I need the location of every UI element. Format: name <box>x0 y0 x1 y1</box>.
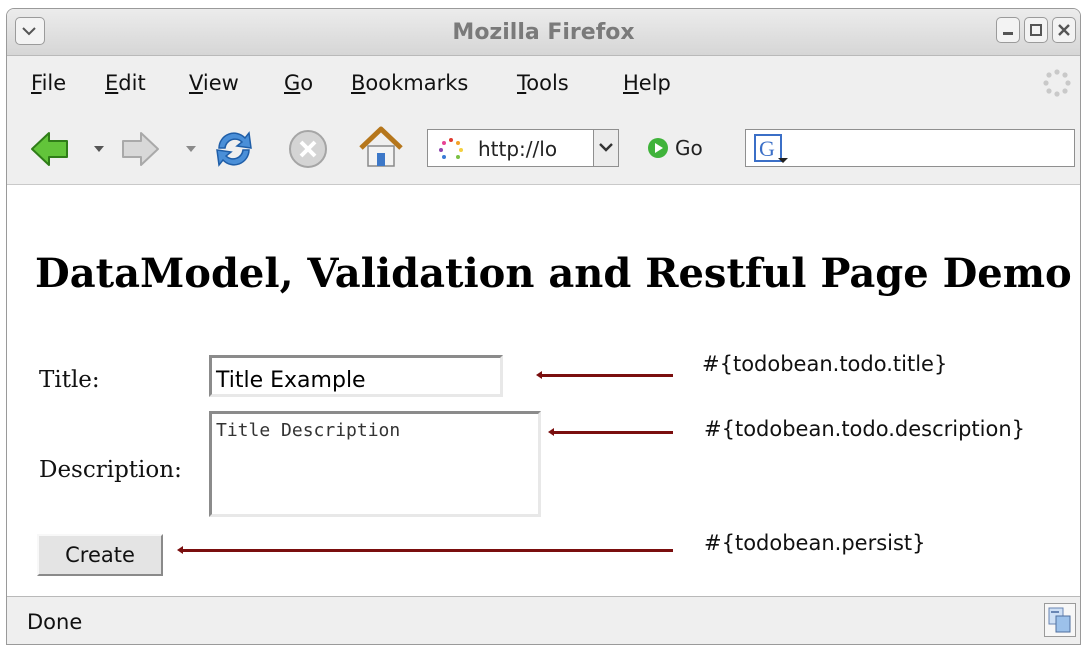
page-loading-icon <box>439 138 463 159</box>
menu-tools[interactable]: Tools <box>517 71 569 95</box>
forward-dropdown-icon[interactable] <box>185 144 197 154</box>
menu-help[interactable]: Help <box>623 71 671 95</box>
throbber-icon <box>1043 69 1071 97</box>
persist-annotation: #{todobean.persist} <box>704 531 926 555</box>
menu-bookmarks[interactable]: Bookmarks <box>351 71 468 95</box>
url-text: http://lo <box>478 137 558 161</box>
menu-edit[interactable]: Edit <box>105 71 146 95</box>
browser-window: Mozilla Firefox File Edit View Go Bookma… <box>6 8 1081 645</box>
search-bar[interactable]: G <box>745 129 1075 167</box>
reload-icon[interactable] <box>211 126 257 172</box>
go-arrow-icon <box>648 138 668 158</box>
url-history-dropdown[interactable] <box>593 130 618 166</box>
description-annotation-arrow <box>548 428 673 436</box>
chevron-down-icon <box>599 143 613 152</box>
status-text: Done <box>27 610 83 634</box>
title-label: Title: <box>39 367 100 393</box>
google-search-icon[interactable]: G <box>754 134 790 164</box>
close-icon <box>1058 24 1070 36</box>
minimize-icon <box>1003 32 1013 35</box>
close-button[interactable] <box>1052 17 1076 43</box>
menu-view[interactable]: View <box>189 71 239 95</box>
persist-annotation-arrow <box>177 546 673 554</box>
create-button[interactable]: Create <box>37 534 163 576</box>
menu-go[interactable]: Go <box>284 71 313 95</box>
back-icon[interactable] <box>29 128 71 170</box>
title-annotation: #{todobean.todo.title} <box>702 352 948 376</box>
window-title: Mozilla Firefox <box>452 20 635 45</box>
title-bar: Mozilla Firefox <box>7 9 1080 56</box>
stop-icon[interactable] <box>287 128 329 170</box>
menu-file[interactable]: File <box>31 71 66 95</box>
page-content: DataModel, Validation and Restful Page D… <box>7 185 1080 596</box>
title-input[interactable]: Title Example <box>209 355 503 397</box>
navigation-toolbar: http://lo Go G <box>7 114 1080 185</box>
description-textarea[interactable]: Title Description <box>209 411 541 517</box>
title-annotation-arrow <box>536 371 673 379</box>
maximize-button[interactable] <box>1024 17 1048 43</box>
popup-blocker-icon <box>1048 607 1071 633</box>
svg-text:G: G <box>759 136 775 161</box>
url-bar[interactable]: http://lo <box>427 129 619 167</box>
forward-icon[interactable] <box>119 128 161 170</box>
status-bar: Done <box>7 596 1080 644</box>
home-icon[interactable] <box>357 124 405 170</box>
description-label: Description: <box>39 457 182 483</box>
page-title: DataModel, Validation and Restful Page D… <box>35 250 1072 297</box>
status-indicator-icon[interactable] <box>1044 603 1076 637</box>
description-annotation: #{todobean.todo.description} <box>704 417 1026 441</box>
maximize-icon <box>1030 24 1042 36</box>
menu-bar: File Edit View Go Bookmarks Tools Help <box>7 56 1080 114</box>
back-dropdown-icon[interactable] <box>93 144 105 154</box>
minimize-button[interactable] <box>996 17 1020 43</box>
